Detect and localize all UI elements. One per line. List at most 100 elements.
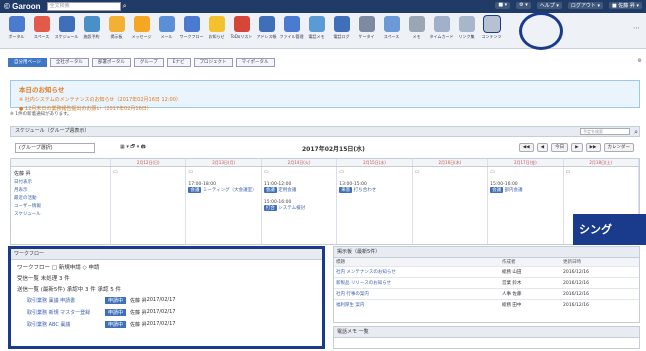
app-7[interactable]: ワークフロー bbox=[179, 13, 204, 47]
workflow-inbox[interactable]: 受信一覧 未処理 3 件 bbox=[11, 271, 322, 282]
column-header: 更新日時 bbox=[561, 258, 639, 267]
bulletin-author: 営業 鈴木 bbox=[500, 277, 562, 289]
event-item[interactable]: 会議 ミーティング（大会議室） bbox=[188, 187, 258, 193]
logout-menu[interactable]: ログアウト ▾ bbox=[567, 2, 603, 9]
announcement-line[interactable]: ※ 社内システムのメンテナンスのお知らせ（2017年02月16日 12:00） bbox=[19, 96, 631, 103]
portal-settings-icon[interactable]: ⚙ bbox=[638, 58, 642, 64]
bulletin-subject[interactable]: 福利厚生 案内 bbox=[334, 299, 500, 310]
app-6[interactable]: メール bbox=[154, 13, 179, 47]
workflow-row[interactable]: 取引業務 稟議 申請書 申請中 佐藤 昇 2017/02/17 bbox=[11, 293, 322, 305]
app-16[interactable]: メモ bbox=[404, 13, 429, 47]
tab-4[interactable]: Eナビ bbox=[166, 58, 191, 67]
announcement-line[interactable]: ● 12月末日の業務報告提出のお願い（2017年02月16日） bbox=[19, 105, 631, 112]
schedule-search-input[interactable]: 予定を検索 bbox=[580, 128, 630, 135]
tab-5[interactable]: プロジェクト bbox=[193, 58, 233, 67]
day-cell[interactable]: ▭ 17:00-18:00 会議 ミーティング（大会議室） bbox=[186, 167, 262, 244]
app-12[interactable]: 電話メモ bbox=[304, 13, 329, 47]
app-3[interactable]: 施設予約 bbox=[79, 13, 104, 47]
user-link[interactable]: 日付表示 bbox=[14, 179, 107, 185]
bulletin-subject[interactable]: 社内 メンテナンスのお知らせ bbox=[334, 266, 500, 278]
user-menu[interactable]: ■ 佐藤 昇 ▾ bbox=[608, 2, 642, 9]
table-row[interactable]: 新製品 リリースのお知らせ 営業 鈴木 2016/12/16 bbox=[334, 277, 639, 289]
event-item[interactable]: 来客 打ち合わせ bbox=[339, 187, 409, 193]
nav-button-1[interactable]: ◀ bbox=[536, 143, 549, 152]
announcement-panel: 本日のお知らせ ※ 社内システムのメンテナンスのお知らせ（2017年02月16日… bbox=[10, 80, 640, 112]
workflow-row[interactable]: 取引業務 新規 マスター登録 申請中 佐藤 昇 2017/02/17 bbox=[11, 305, 322, 317]
app-17[interactable]: タイムカード bbox=[429, 13, 454, 47]
workflow-actions[interactable]: ワークフロー □ 新規申請 ◇ 申請 bbox=[11, 260, 322, 271]
event-item[interactable]: 会議 部内会議 bbox=[490, 187, 560, 193]
app-18[interactable]: リンク集 bbox=[454, 13, 479, 47]
user-name[interactable]: 佐藤 昇 bbox=[14, 170, 107, 177]
garoon-logo[interactable]: © Garoon bbox=[0, 2, 41, 11]
workflow-name[interactable]: 取引業務 新規 マスター登録 bbox=[27, 309, 105, 316]
user-links: 日付表示月表示最近の活動ユーザー情報 スケジュール bbox=[14, 179, 107, 217]
day-cell[interactable]: ▭ bbox=[413, 167, 489, 244]
app-5[interactable]: メッセージ bbox=[129, 13, 154, 47]
day-header: 2月13日(月) bbox=[186, 159, 262, 166]
settings-menu[interactable]: ⚙ ▾ bbox=[516, 2, 531, 9]
nav-button-3[interactable]: ▶ bbox=[571, 143, 583, 152]
workflow-row[interactable]: 取引業務 ABC 稟議 申請中 佐藤 昇 2017/02/17 bbox=[11, 317, 322, 329]
help-menu[interactable]: ヘルプ ▾ bbox=[536, 2, 562, 9]
nav-button-0[interactable]: ◀◀ bbox=[518, 143, 534, 152]
nav-button-2[interactable]: 今日 bbox=[551, 143, 569, 152]
add-event-icon[interactable]: ▭ bbox=[188, 169, 258, 175]
app-14[interactable]: ケータイ bbox=[354, 13, 379, 47]
app-4[interactable]: 掲示板 bbox=[104, 13, 129, 47]
app-label: 掲示板 bbox=[110, 34, 123, 39]
event-item[interactable]: 打合 システム検討 bbox=[263, 205, 334, 211]
tab-1[interactable]: 全社ポータル bbox=[49, 58, 89, 67]
view-tools[interactable]: ▦ ▾ 🗗 ▾ 🖨 bbox=[120, 144, 146, 152]
table-row[interactable]: 社内 行事の案内 人事 佐藤 2016/12/16 bbox=[334, 288, 639, 300]
day-cell[interactable]: ▭ 15:00-16:00 会議 部内会議 bbox=[488, 167, 564, 244]
app-1[interactable]: スペース bbox=[29, 13, 54, 47]
search-icon[interactable]: ⌕ bbox=[123, 2, 127, 11]
search-input[interactable]: 全文検索 bbox=[46, 2, 121, 11]
user-link[interactable]: スケジュール bbox=[14, 211, 107, 217]
tab-6[interactable]: マイポータル bbox=[235, 58, 275, 67]
tab-0[interactable]: 自分用ページ bbox=[8, 58, 47, 67]
app-11[interactable]: ファイル管理 bbox=[279, 13, 304, 47]
add-event-icon[interactable]: ▭ bbox=[113, 169, 183, 175]
add-event-icon[interactable]: ▭ bbox=[264, 169, 334, 175]
app-15[interactable]: スペース bbox=[379, 13, 404, 47]
add-event-icon[interactable]: ▭ bbox=[415, 169, 485, 175]
table-row[interactable]: 福利厚生 案内 総務 田中 2016/12/16 bbox=[334, 299, 639, 310]
workflow-name[interactable]: 取引業務 稟議 申請書 bbox=[27, 297, 105, 304]
search-icon[interactable]: ⌕ bbox=[634, 128, 638, 137]
app-19[interactable]: コンテンツ bbox=[479, 13, 504, 47]
user-link[interactable]: 月表示 bbox=[14, 187, 107, 193]
workflow-sent[interactable]: 送信一覧 (最新5件) 承認中 3 件 承認 5 件 bbox=[11, 282, 322, 293]
nav-button-5[interactable]: カレンダー bbox=[603, 143, 634, 152]
app-0[interactable]: ポータル bbox=[4, 13, 29, 47]
notification-menu[interactable]: ■ ▾ bbox=[495, 2, 511, 9]
bulletin-subject[interactable]: 社内 行事の案内 bbox=[334, 288, 500, 300]
user-link[interactable]: ユーザー情報 bbox=[14, 203, 107, 209]
options-icon[interactable]: ⋯ bbox=[633, 24, 640, 32]
bulletin-subject[interactable]: 新製品 リリースのお知らせ bbox=[334, 277, 500, 289]
tab-3[interactable]: グループ bbox=[133, 58, 164, 67]
app-label: ケータイ bbox=[358, 34, 375, 39]
app-10[interactable]: アドレス帳 bbox=[254, 13, 279, 47]
day-cell[interactable]: ▭ 11:00-12:00 会議 定例会議 15:00-16:00 打合 システム検討 bbox=[262, 167, 338, 244]
day-cell[interactable]: ▭ 13:00-15:00 来客 打ち合わせ bbox=[337, 167, 413, 244]
app-13[interactable]: 電話ログ bbox=[329, 13, 354, 47]
add-event-icon[interactable]: ▭ bbox=[566, 169, 636, 175]
add-event-icon[interactable]: ▭ bbox=[339, 169, 409, 175]
day-cell[interactable]: ▭ bbox=[111, 167, 187, 244]
table-row[interactable]: 社内 メンテナンスのお知らせ 総務 山田 2016/12/16 bbox=[334, 266, 639, 278]
user-link[interactable]: 最近の活動 bbox=[14, 195, 107, 201]
nav-button-4[interactable]: ▶▶ bbox=[585, 143, 601, 152]
app-icon bbox=[158, 16, 175, 32]
tab-2[interactable]: 部署ポータル bbox=[91, 58, 131, 67]
event-item[interactable]: 会議 定例会議 bbox=[263, 187, 334, 193]
add-event-icon[interactable]: ▭ bbox=[490, 169, 560, 175]
app-9[interactable]: ToDoリスト bbox=[229, 13, 254, 47]
group-select[interactable]: (グループ選択) bbox=[15, 143, 95, 153]
app-8[interactable]: お知らせ bbox=[204, 13, 229, 47]
bulletin-date: 2016/12/16 bbox=[561, 277, 639, 289]
app-label: リンク集 bbox=[458, 34, 475, 39]
app-2[interactable]: スケジュール bbox=[54, 13, 79, 47]
workflow-name[interactable]: 取引業務 ABC 稟議 bbox=[27, 321, 105, 328]
